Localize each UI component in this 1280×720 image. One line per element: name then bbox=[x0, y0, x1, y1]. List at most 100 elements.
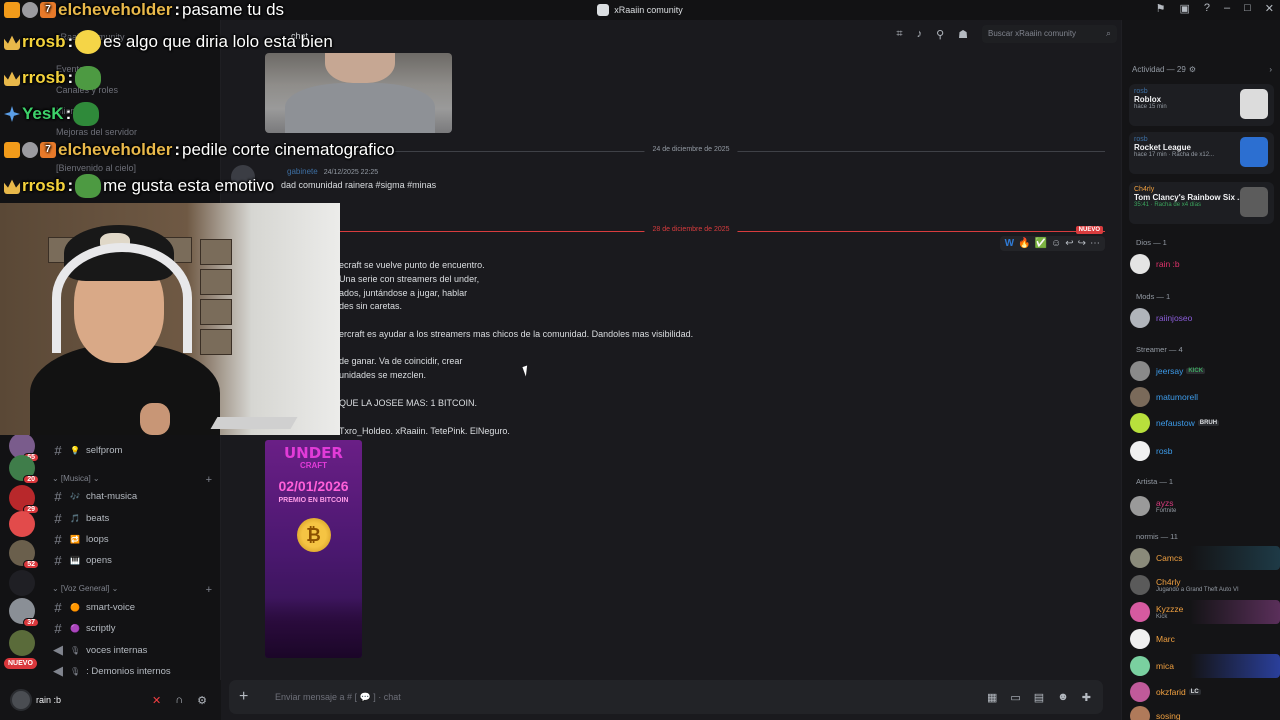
search-placeholder: Buscar xRaaiin comunity bbox=[988, 29, 1077, 38]
reaction-check[interactable]: ✅ bbox=[1035, 238, 1047, 249]
channel-emoji: 💡 bbox=[70, 445, 80, 455]
activity-card[interactable]: rosb Rocket League hace 17 min · Racha d… bbox=[1129, 132, 1274, 174]
channel-selfprom[interactable]: # 💡 selfprom bbox=[52, 441, 212, 459]
sidebar-item-channels-roles[interactable]: Canales y roles bbox=[56, 85, 118, 95]
member-item[interactable]: jeersay KICK bbox=[1130, 359, 1280, 383]
server-icon[interactable] bbox=[9, 570, 35, 596]
message-line: Una serie con streamers del under, bbox=[339, 274, 480, 284]
gear-icon[interactable]: ⚙ bbox=[197, 694, 207, 707]
gif-icon[interactable]: ▭ bbox=[1010, 691, 1020, 704]
pin-icon[interactable]: ⚲ bbox=[936, 28, 944, 46]
mic-muted-icon[interactable]: ✕ bbox=[152, 694, 161, 707]
channel-loops[interactable]: # 🔁 loops bbox=[52, 530, 212, 548]
member-item[interactable]: mica bbox=[1130, 654, 1280, 678]
apps-icon[interactable]: ✚ bbox=[1082, 691, 1091, 704]
hash-icon: # bbox=[54, 531, 62, 547]
close-icon[interactable]: ✕ bbox=[1265, 2, 1274, 15]
server-icon[interactable]: 20 bbox=[9, 455, 39, 484]
channel-name: chat-musica bbox=[85, 490, 138, 502]
message-line: ercraft es ayudar a los streamers mas ch… bbox=[339, 329, 694, 339]
category-welcome[interactable]: [Bienvenido al cielo] bbox=[56, 163, 136, 173]
server-icon[interactable] bbox=[9, 511, 35, 537]
maximize-icon[interactable]: □ bbox=[1244, 2, 1251, 15]
user-name[interactable]: rain :b bbox=[36, 695, 61, 705]
voice-channel-demonios-internos[interactable]: ◀ 🎙 : Demonios internos bbox=[52, 662, 212, 680]
avatar[interactable] bbox=[10, 689, 32, 711]
reaction-fire[interactable]: 🔥 bbox=[1018, 238, 1030, 249]
voice-channel-voces-internas[interactable]: ◀ 🎙 voces internas bbox=[52, 641, 212, 659]
headphones-icon[interactable]: ∩ bbox=[175, 694, 183, 707]
category-label: [Bienvenido al cielo] bbox=[56, 163, 137, 173]
channel-opens[interactable]: # 🎹 opens bbox=[52, 551, 212, 569]
member-item[interactable]: nefaustow BRUH bbox=[1130, 411, 1280, 435]
channel-name: selfprom bbox=[85, 444, 123, 456]
server-name[interactable]: xRaaiin comunity bbox=[56, 32, 125, 42]
inbox-icon[interactable]: ▣ bbox=[1179, 2, 1189, 15]
bell-icon[interactable]: ♪ bbox=[917, 28, 923, 46]
add-channel-icon[interactable]: + bbox=[206, 474, 212, 486]
group-header: Dios — 1 bbox=[1136, 238, 1167, 247]
speaker-icon: ◀ bbox=[53, 663, 63, 678]
channel-scriptly[interactable]: # 🟣 scriptly bbox=[52, 619, 212, 637]
new-tag: NUEVO bbox=[1075, 226, 1103, 234]
gift-icon[interactable]: ▦ bbox=[987, 691, 997, 704]
reply-icon[interactable]: ↩ bbox=[1065, 238, 1073, 249]
member-name: Ch4rly bbox=[1156, 577, 1181, 587]
event-poster[interactable]: UNDER CRAFT 02/01/2026 PREMIO EN BITCOIN… bbox=[265, 440, 362, 658]
members-icon[interactable]: ☗ bbox=[958, 28, 968, 46]
nuevo-badge[interactable]: NUEVO bbox=[4, 658, 37, 669]
sidebar-item-members[interactable]: Miembros bbox=[56, 106, 96, 116]
attach-icon[interactable]: + bbox=[239, 688, 257, 706]
server-icon[interactable]: 52 bbox=[9, 540, 39, 569]
sidebar-item-boosts[interactable]: Mejoras del servidor bbox=[56, 127, 137, 137]
message-composer[interactable]: + Enviar mensaje a # [ 💬 ] · chat ▦ ▭ ▤ … bbox=[229, 680, 1103, 714]
more-icon[interactable]: ⋯ bbox=[1090, 238, 1100, 249]
date-divider-text: 28 de diciembre de 2025 bbox=[644, 226, 738, 233]
forward-icon[interactable]: ↪ bbox=[1078, 238, 1086, 249]
hash-icon: # bbox=[54, 620, 62, 636]
category-voz-general[interactable]: ⌄ [Voz General] ⌄ + bbox=[52, 584, 212, 596]
message-image[interactable] bbox=[265, 53, 452, 133]
channel-name: scriptly bbox=[85, 622, 116, 634]
window-title-text: xRaaiin comunity bbox=[614, 5, 683, 15]
chevron-right-icon[interactable]: › bbox=[1269, 65, 1272, 74]
help-icon[interactable]: ? bbox=[1204, 2, 1210, 15]
channel-smart-voice[interactable]: # 🟠 smart-voice bbox=[52, 598, 212, 616]
member-item[interactable]: rain :b bbox=[1130, 252, 1280, 276]
avatar[interactable] bbox=[231, 165, 255, 189]
message-author[interactable]: gabinete bbox=[287, 167, 318, 176]
member-item[interactable]: Kyzzze Kick bbox=[1130, 600, 1280, 624]
search-input[interactable]: Buscar xRaaiin comunity ⌕ bbox=[982, 25, 1117, 43]
member-item[interactable]: ayzs Fortnite bbox=[1130, 494, 1280, 518]
server-icon[interactable]: 29 bbox=[9, 485, 39, 514]
member-item[interactable]: Ch4rly Jugando a Grand Theft Auto VI bbox=[1130, 573, 1280, 597]
channel-chat-musica[interactable]: # 🎶 chat-musica bbox=[52, 487, 212, 505]
member-item[interactable]: rosb bbox=[1130, 439, 1280, 463]
member-item[interactable]: matumorell bbox=[1130, 385, 1280, 409]
reaction-w[interactable]: W bbox=[1005, 238, 1014, 249]
server-icon[interactable]: 37 bbox=[9, 598, 39, 627]
member-tag: KICK bbox=[1186, 368, 1206, 374]
add-reaction-icon[interactable]: ☺ bbox=[1051, 238, 1061, 249]
category-musica[interactable]: ⌄ [Musica] ⌄ + bbox=[52, 474, 212, 486]
member-item[interactable]: raiinjoseo bbox=[1130, 306, 1280, 330]
minimize-icon[interactable]: – bbox=[1224, 2, 1230, 15]
sticker-icon[interactable]: ▤ bbox=[1034, 691, 1044, 704]
server-icon[interactable] bbox=[9, 630, 35, 656]
member-item[interactable]: Camcs bbox=[1130, 546, 1280, 570]
member-item[interactable]: sosing bbox=[1130, 704, 1280, 720]
add-channel-icon[interactable]: + bbox=[206, 584, 212, 596]
threads-icon[interactable]: ⌗ bbox=[896, 28, 902, 46]
channel-emoji: 🎵 bbox=[70, 513, 80, 523]
activity-card[interactable]: rosb Roblox hace 15 min bbox=[1129, 84, 1274, 126]
member-item[interactable]: okzfarid LC bbox=[1130, 680, 1280, 704]
sidebar-item-events[interactable]: Eventos bbox=[56, 64, 89, 74]
flag-icon[interactable]: ⚑ bbox=[1156, 2, 1166, 15]
member-item[interactable]: Marc bbox=[1130, 627, 1280, 651]
channel-beats[interactable]: # 🎵 beats bbox=[52, 509, 212, 527]
activity-card[interactable]: Ch4rly Tom Clancy's Rainbow Six ... 35:4… bbox=[1129, 182, 1274, 224]
gear-icon[interactable]: ⚙ bbox=[1189, 65, 1196, 74]
speaker-icon: ◀ bbox=[53, 642, 63, 657]
poster-subtitle: CRAFT bbox=[299, 461, 328, 470]
emoji-icon[interactable]: ☻ bbox=[1057, 691, 1069, 704]
